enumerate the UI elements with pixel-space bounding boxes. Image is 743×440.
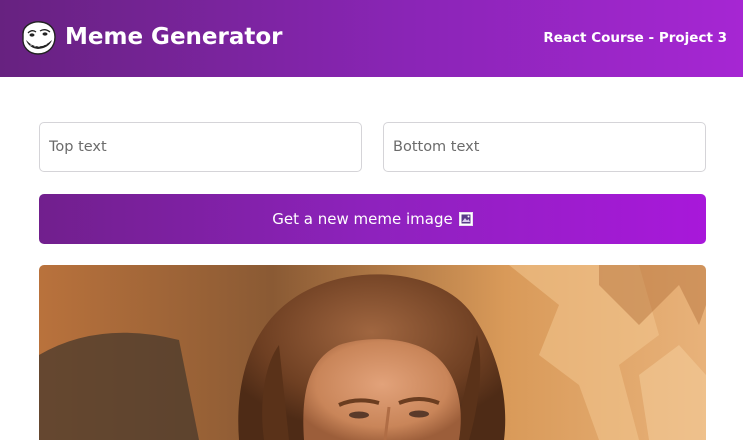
app-header: Meme Generator React Course - Project 3 — [0, 0, 743, 77]
top-text-input[interactable] — [39, 122, 362, 172]
get-new-meme-button[interactable]: Get a new meme image — [39, 194, 706, 244]
bottom-text-input[interactable] — [383, 122, 706, 172]
meme-image — [39, 265, 706, 440]
get-new-meme-label: Get a new meme image — [272, 210, 453, 228]
app-title: Meme Generator — [65, 24, 283, 50]
troll-face-icon — [19, 20, 57, 56]
framed-picture-icon — [458, 212, 473, 226]
header-subtitle: React Course - Project 3 — [543, 30, 727, 46]
